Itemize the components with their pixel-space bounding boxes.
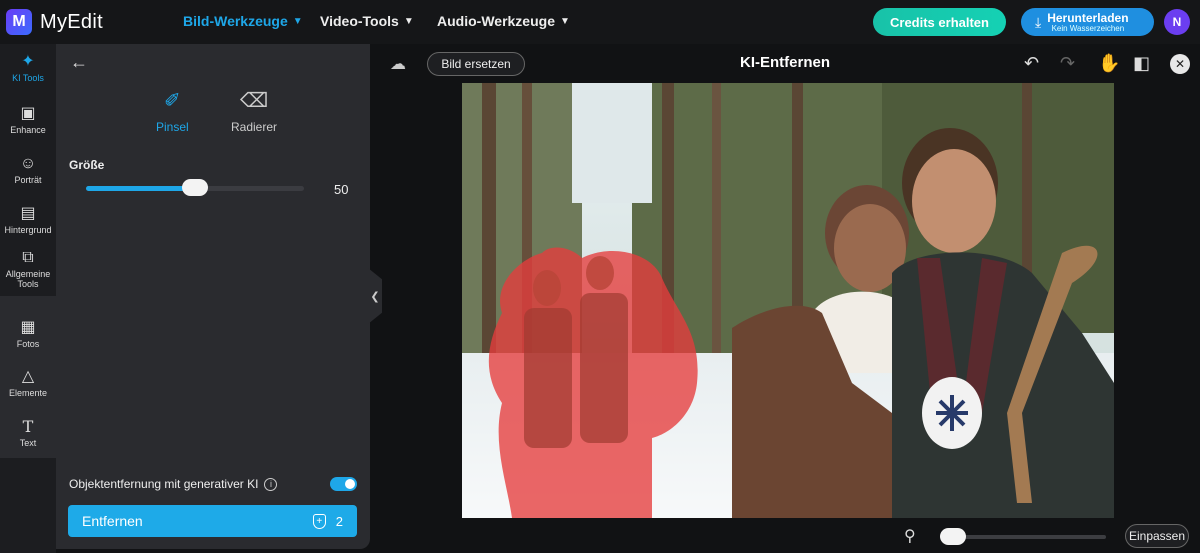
mode-label: Pinsel <box>156 120 189 134</box>
download-icon: ⤓ <box>1035 13 1042 30</box>
redo-icon[interactable]: ↷ <box>1060 53 1075 74</box>
credit-shield-icon: + <box>312 513 326 529</box>
rail-item-hintergrund[interactable]: ▤ Hintergrund <box>0 205 56 236</box>
rail-item-label: Text <box>19 438 37 448</box>
elements-icon: △ <box>21 368 35 385</box>
close-icon[interactable]: ✕ <box>1170 54 1190 74</box>
size-slider-fill <box>86 186 195 191</box>
nav-label: Video-Tools <box>320 13 399 29</box>
compare-icon[interactable]: ◧ <box>1133 53 1150 74</box>
download-sublabel: Kein Wasserzeichen <box>1051 23 1125 33</box>
rail-item-label: KI Tools <box>12 73 44 83</box>
rail-item-label: Allgemeine Tools <box>5 269 51 289</box>
cloud-icon[interactable]: ☁ <box>390 54 406 74</box>
eraser-icon: ⌫ <box>239 90 269 112</box>
size-slider[interactable] <box>86 179 304 196</box>
editor-bottom-bar: ⚲ Einpassen <box>384 520 1200 553</box>
nav-label: Bild-Werkzeuge <box>183 13 288 29</box>
rail-item-label: Hintergrund <box>4 225 52 235</box>
back-arrow-icon[interactable]: ← <box>70 52 88 73</box>
zoom-icon[interactable]: ⚲ <box>904 526 916 546</box>
rail-item-enhance[interactable]: ▣ Enhance <box>0 105 56 136</box>
tool-panel: ← ✐ Pinsel ⌫ Radierer Größe 50 Objektent… <box>56 44 370 549</box>
hand-icon[interactable]: ✋ <box>1098 53 1120 74</box>
mode-brush[interactable]: ✐ Pinsel <box>156 88 189 134</box>
tool-rail: ✦ KI Tools ▣ Enhance ☺ Porträt ▤ Hinterg… <box>0 44 56 553</box>
generative-ai-toggle[interactable] <box>330 477 357 491</box>
chevron-left-icon: ❮ <box>370 290 380 303</box>
magic-wand-icon: ✦ <box>21 53 35 70</box>
undo-icon[interactable]: ↶ <box>1024 53 1039 74</box>
mode-label: Radierer <box>231 120 278 134</box>
rail-item-label: Porträt <box>14 175 42 185</box>
chevron-down-icon: ▼ <box>403 15 414 27</box>
brush-icon: ✐ <box>163 90 181 112</box>
nav-bild-werkzeuge[interactable]: Bild-Werkzeuge ▼ <box>183 13 303 29</box>
size-label: Größe <box>69 158 105 172</box>
chevron-down-icon: ▼ <box>559 15 570 27</box>
photos-icon: ▦ <box>20 319 36 336</box>
rail-item-text[interactable]: T Text <box>0 417 56 449</box>
collapse-panel-tab[interactable]: ❮ <box>368 268 382 324</box>
size-value: 50 <box>334 182 349 197</box>
fit-button[interactable]: Einpassen <box>1125 524 1189 548</box>
remove-label: Entfernen <box>82 513 143 529</box>
nav-audio-werkzeuge[interactable]: Audio-Werkzeuge ▼ <box>437 13 570 29</box>
editor-title: KI-Entfernen <box>740 54 830 71</box>
enhance-icon: ▣ <box>20 105 36 122</box>
remove-cost: 2 <box>335 513 343 529</box>
background-icon: ▤ <box>20 205 36 222</box>
portrait-icon: ☺ <box>19 155 37 172</box>
rail-item-label: Fotos <box>16 339 40 349</box>
image-canvas[interactable] <box>462 83 1114 518</box>
rail-item-label: Enhance <box>10 125 46 135</box>
text-icon: T <box>22 417 34 436</box>
nav-video-tools[interactable]: Video-Tools ▼ <box>320 13 414 29</box>
avatar[interactable]: N <box>1164 9 1190 35</box>
editor-toolbar: ☁ Bild ersetzen KI-Entfernen ↶ ↷ ✋ ◧ ✕ <box>384 44 1200 84</box>
get-credits-button[interactable]: Credits erhalten <box>873 8 1006 36</box>
rail-item-portrait[interactable]: ☺ Porträt <box>0 155 56 186</box>
remove-button[interactable]: Entfernen + 2 <box>68 505 357 537</box>
rail-item-label: Elemente <box>8 388 48 398</box>
rail-item-fotos[interactable]: ▦ Fotos <box>0 319 56 350</box>
replace-image-button[interactable]: Bild ersetzen <box>427 52 525 76</box>
rail-item-allgemeine-tools[interactable]: ⧉ Allgemeine Tools <box>0 249 56 290</box>
zoom-slider-thumb[interactable] <box>940 528 966 545</box>
toggle-knob <box>345 479 355 489</box>
general-tools-icon: ⧉ <box>22 249 34 266</box>
generative-ai-option: Objektentfernung mit generativer KI i <box>69 477 278 491</box>
download-button[interactable]: ⤓ Herunterladen Kein Wasserzeichen <box>1021 8 1154 36</box>
download-label: Herunterladen <box>1047 10 1129 25</box>
mode-eraser[interactable]: ⌫ Radierer <box>231 88 277 134</box>
zoom-slider[interactable] <box>940 528 1106 545</box>
info-icon[interactable]: i <box>264 477 278 491</box>
app-name: MyEdit <box>40 10 103 33</box>
nav-label: Audio-Werkzeuge <box>437 13 555 29</box>
logo-mark: M <box>6 9 32 35</box>
app-logo[interactable]: M MyEdit <box>6 9 103 35</box>
size-slider-thumb[interactable] <box>182 179 208 196</box>
photo <box>462 83 1114 518</box>
rail-item-ki-tools[interactable]: ✦ KI Tools <box>0 53 56 84</box>
chevron-down-icon: ▼ <box>292 15 303 27</box>
top-bar: M MyEdit Bild-Werkzeuge ▼ Video-Tools ▼ Au… <box>0 0 1200 44</box>
rail-item-elemente[interactable]: △ Elemente <box>0 368 56 399</box>
generative-ai-label: Objektentfernung mit generativer KI <box>69 477 259 491</box>
